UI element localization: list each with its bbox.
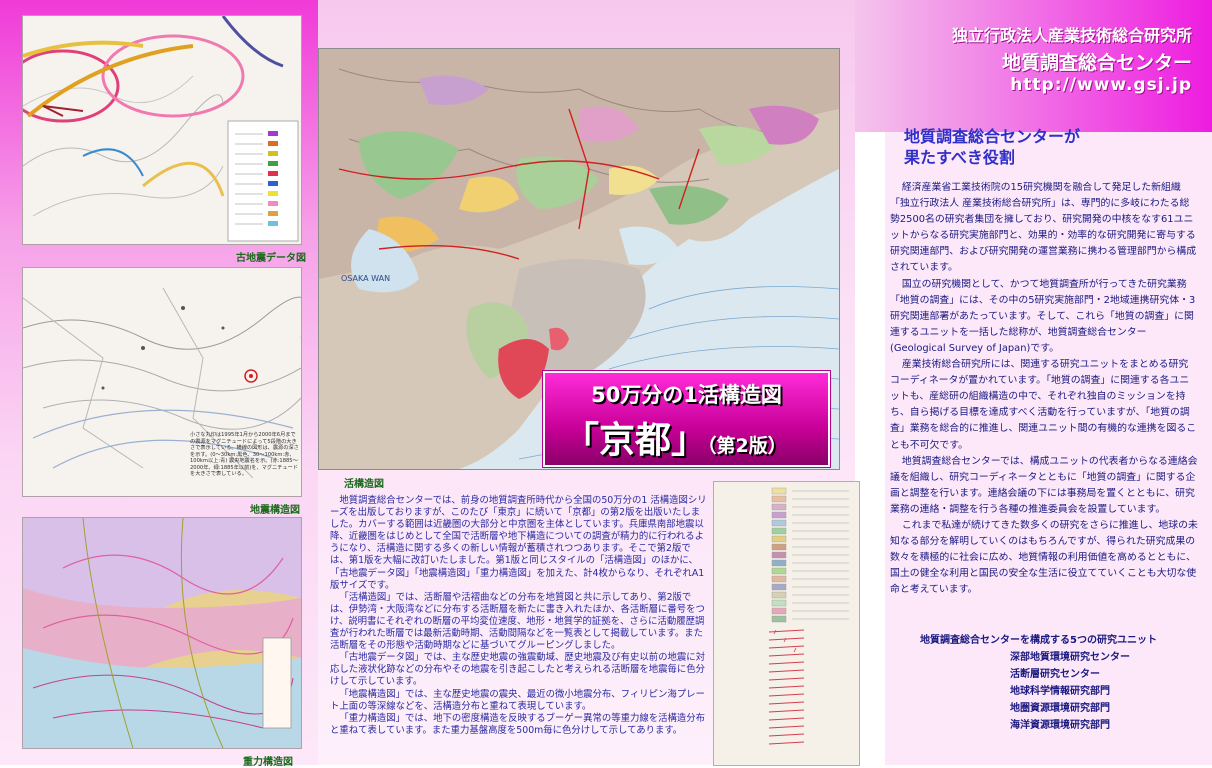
description-paragraph-2: 「活構造図」では、活断層や活褶曲などの分布を地質図と共に示してあり、第2版では、… (330, 591, 705, 652)
unit-item: 地圏資源環境研究部門 (1010, 703, 1110, 714)
paleo-seismic-caption: 古地震データ図 (236, 253, 306, 264)
website-url[interactable]: http://www.gsj.jp (1010, 75, 1192, 95)
unit-item: 活断層研究センター (1010, 669, 1100, 680)
map-legend (713, 481, 860, 766)
paleo-seismic-map (22, 15, 302, 245)
seismotectonic-caption: 地震構造図 (250, 505, 300, 516)
role-title: 地質調査総合センターが 果たすべき役割 (904, 126, 1154, 168)
organization-name: 独立行政法人産業技術総合研究所 (951, 26, 1192, 45)
active-tectonic-caption: 活構造図 (344, 479, 384, 490)
legend-swatch (771, 575, 787, 583)
legend-swatch (771, 527, 787, 535)
role-paragraph-4: 地質調査総合センターでは、構成ユニットの代表者からなる連絡会議を組織し、研究コー… (890, 455, 1198, 515)
units-list: 深部地質環境研究センター 活断層研究センター 地球科学情報研究部門 地圏資源環境… (1010, 649, 1130, 734)
legend-swatch (771, 591, 787, 599)
unit-item: 深部地質環境研究センター (1010, 652, 1130, 663)
map-title-edition: （第2版） (707, 435, 787, 457)
legend-swatch (771, 519, 787, 527)
legend-swatch (771, 503, 787, 511)
legend-swatch (771, 543, 787, 551)
legend-swatch (771, 511, 787, 519)
description-text: 地質調査総合センターでは、前身の地質調査所時代から全国の50万分の1 活構造図シ… (330, 495, 708, 737)
description-paragraph-1: 地質調査総合センターでは、前身の地質調査所時代から全国の50万分の1 活構造図シ… (330, 495, 707, 591)
legend-swatch (771, 615, 787, 623)
units-title: 地質調査総合センターを構成する5つの研究ユニット (920, 635, 1157, 646)
gravity-caption: 重力構造図 (243, 757, 293, 768)
map-title-kyoto: 「京都」 (563, 420, 708, 461)
seismotectonic-note: 小さな丸印は1995年1月から2000年6月までの震源をマグニチュードによって5… (190, 432, 299, 477)
map-title-region: 「京都」（第2版） (563, 411, 787, 463)
role-title-line-1: 地質調査総合センターが (904, 127, 1081, 146)
legend-swatch (771, 599, 787, 607)
role-body: 経済産業省工業技術院の15研究機関を融合して発足した新組織「独立行政法人 産業技… (890, 180, 1198, 598)
role-paragraph-2: 国立の研究機関として、かつて地質調査所が行ってきた研究業務「地質の調査」には、そ… (890, 278, 1196, 354)
role-paragraph-3: 産業技術総合研究所には、関連する研究ユニットをまとめる研究コーディネータが置かれ… (890, 359, 1197, 451)
role-paragraph-1: 経済産業省工業技術院の15研究機関を融合して発足した新組織「独立行政法人 産業技… (890, 182, 1197, 274)
unit-item: 地球科学情報研究部門 (1010, 686, 1110, 697)
unit-item: 海洋資源環境研究部門 (1010, 720, 1110, 731)
role-paragraph-5: これまで私達が続けてきた数多くの研究をさらに推進し、地球の未知なる部分を解明して… (890, 519, 1198, 596)
legend-swatch (771, 535, 787, 543)
legend-swatch (771, 559, 787, 567)
map-title-banner: 50万分の1活構造図 「京都」（第2版） (543, 371, 830, 467)
legend-swatch (771, 607, 787, 615)
legend-swatch (771, 583, 787, 591)
description-paragraph-3: 「古地震データ図」では、主な歴史地震の強震動域、歴史地震及び有史以前の地震に対応… (330, 652, 706, 688)
gravity-map (22, 517, 302, 749)
description-paragraph-4: 「地震構造図」では、主な歴史地震の震央、最近の微小地震分布、フィリピン海プレート… (330, 688, 705, 712)
map-bay-label: OSAKA WAN (341, 274, 390, 283)
legend-swatch (771, 495, 787, 503)
center-name: 地質調査総合センター (1001, 52, 1192, 74)
legend-swatch (771, 551, 787, 559)
map-title-scale: 50万分の1活構造図 (591, 383, 782, 407)
legend-swatch (771, 567, 787, 575)
role-title-line-2: 果たすべき役割 (904, 148, 1015, 167)
legend-swatch (771, 487, 787, 495)
description-paragraph-5: 「重力構造図」では、地下の密度構造を反映するブーゲー異常の等重力線を活構造分布と… (330, 712, 706, 736)
